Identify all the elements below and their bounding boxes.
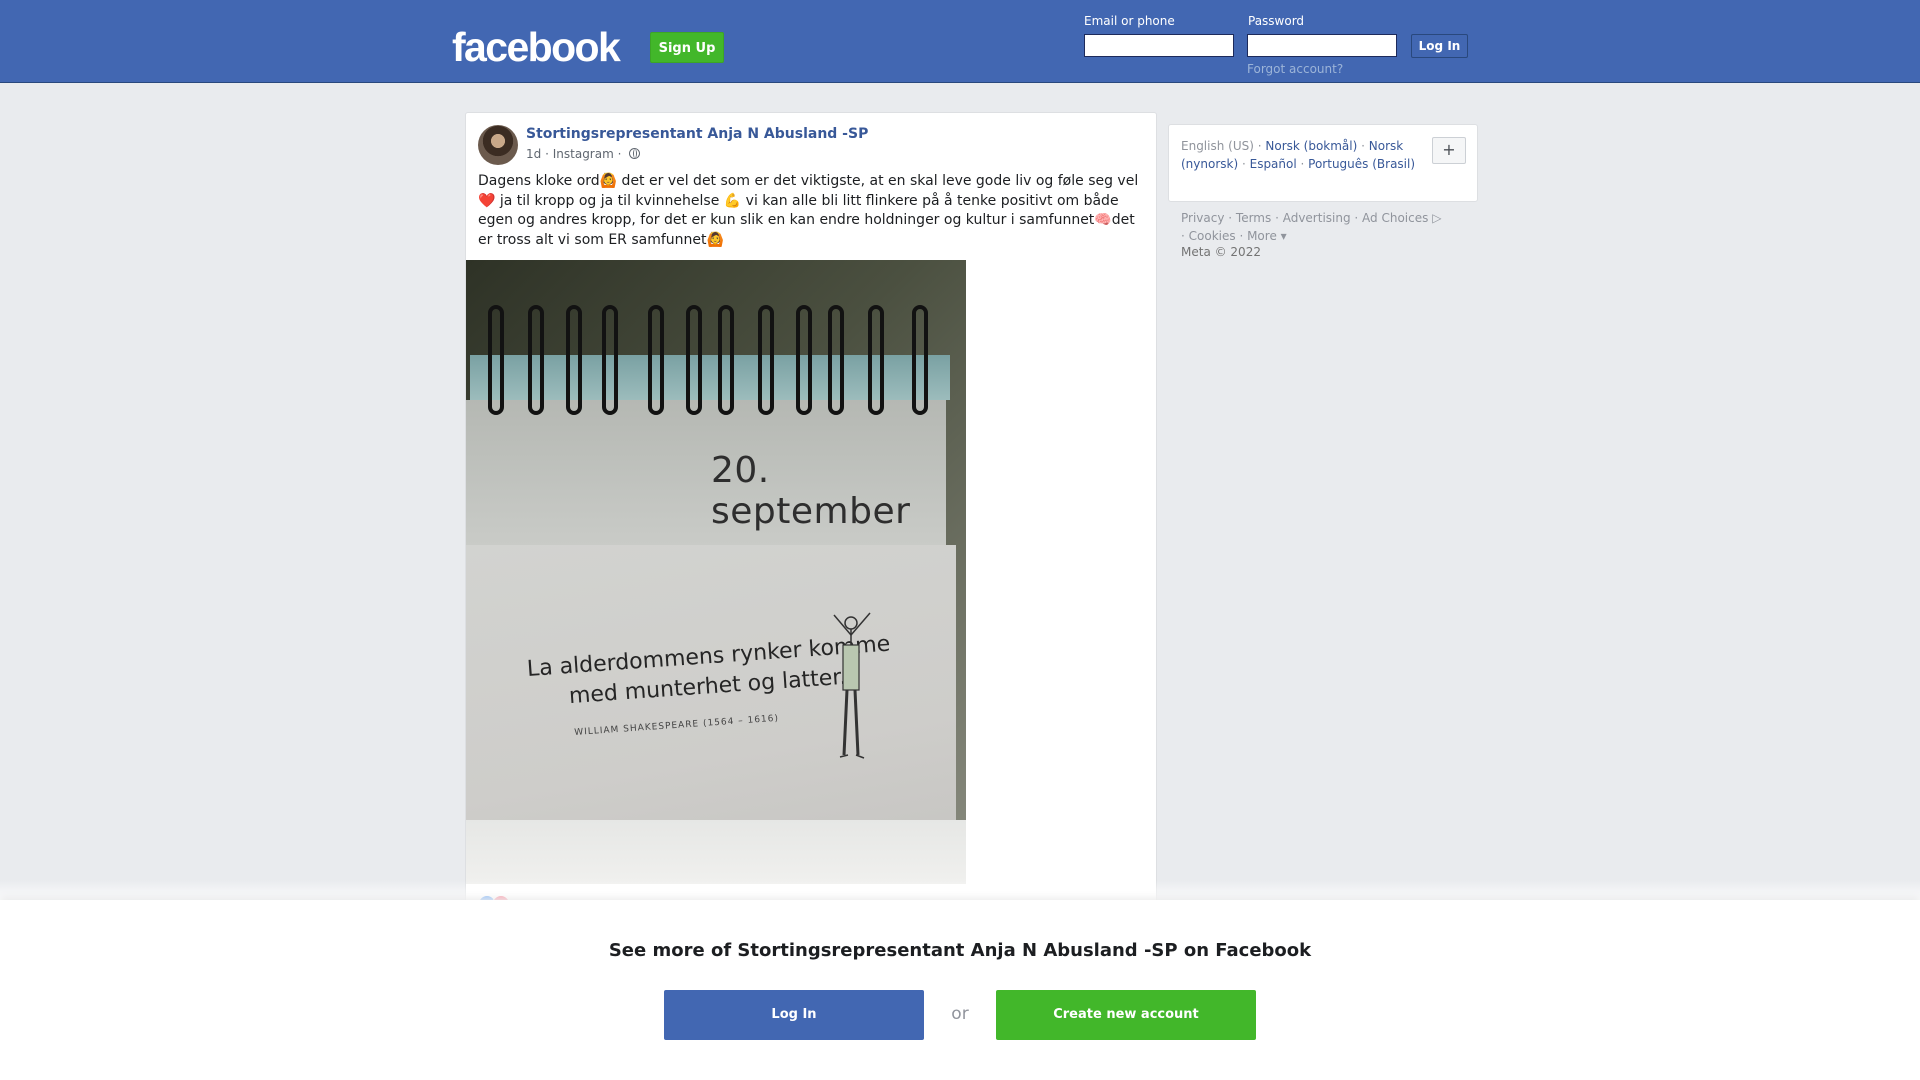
spiral-ring (648, 305, 664, 415)
log-in-button[interactable]: Log In (664, 990, 924, 1040)
footer-link-advertising[interactable]: Advertising (1283, 211, 1351, 225)
post-card: Stortingsrepresentant Anja N Abusland -S… (465, 112, 1157, 972)
avatar[interactable] (478, 125, 518, 165)
post-source: Instagram (552, 147, 614, 161)
spiral-ring (868, 305, 884, 415)
footer-link-cookies[interactable]: Cookies (1189, 229, 1236, 243)
calendar-date: 20. september (711, 450, 911, 532)
post-meta: 1d · Instagram · (526, 147, 641, 161)
spiral-ring (796, 305, 812, 415)
top-bar: facebook Sign Up Email or phone Password… (0, 0, 1920, 83)
password-label: Password (1248, 14, 1305, 28)
post-text-line: er tross alt vi som ER samfunnet🙆 (478, 231, 724, 248)
post-text-line: Dagens kloke ord🙆 det er vel det som er … (478, 173, 1139, 189)
sign-up-button[interactable]: Sign Up (650, 32, 724, 63)
spiral-ring (718, 305, 734, 415)
stick-figure-illustration (833, 612, 871, 759)
globe-icon (629, 148, 641, 159)
spiral-ring (758, 305, 774, 415)
login-prompt-title: See more of Stortingsrepresentant Anja N… (608, 940, 1312, 961)
plus-icon[interactable]: + (1432, 137, 1466, 164)
log-in-button[interactable]: Log In (1411, 34, 1468, 58)
footer-link-privacy[interactable]: Privacy (1181, 211, 1224, 225)
table-surface (466, 820, 966, 884)
meta-separator: · (617, 147, 626, 161)
password-field[interactable] (1247, 34, 1397, 57)
create-account-button[interactable]: Create new account (996, 990, 1256, 1040)
post-text-line: egen og andres kropp, for det er kun sli… (478, 212, 1135, 228)
overlay-fade (0, 880, 1920, 900)
spiral-ring (912, 305, 928, 415)
caret-down-icon: ▾ (1276, 229, 1287, 243)
spiral-ring (488, 305, 504, 415)
footer-link-ad-choices[interactable]: Ad Choices (1362, 211, 1428, 225)
ad-choices-icon: ▷ (1428, 211, 1442, 225)
post-text-line: ❤️ ja til kropp og ja til kvinnehelse 💪 … (478, 192, 1119, 209)
post-author[interactable]: Stortingsrepresentant Anja N Abusland -S… (526, 126, 868, 142)
footer-link-more[interactable]: More (1247, 229, 1277, 243)
post-photo[interactable]: 20. september La alderdommens rynker kom… (466, 260, 966, 884)
facebook-logo[interactable]: facebook (452, 22, 621, 72)
forgot-account-link[interactable]: Forgot account? (1247, 62, 1343, 76)
post-text: Dagens kloke ord🙆 det er vel det som er … (478, 172, 1148, 250)
footer-links: Privacy · Terms · Advertising · Ad Choic… (1181, 211, 1442, 243)
or-separator: or (951, 1004, 969, 1024)
post-time[interactable]: 1d (526, 147, 541, 161)
current-language: English (US) (1181, 139, 1254, 153)
footer-link-terms[interactable]: Terms (1236, 211, 1271, 225)
spiral-ring (686, 305, 702, 415)
language-option[interactable]: Norsk (bokmål) (1265, 139, 1357, 153)
language-option[interactable]: Español (1250, 157, 1297, 171)
copyright: Meta © 2022 (1181, 245, 1261, 259)
email-label: Email or phone (1084, 14, 1175, 28)
spiral-ring (828, 305, 844, 415)
spiral-ring (602, 305, 618, 415)
spiral-ring (528, 305, 544, 415)
meta-separator: · (545, 147, 553, 161)
spiral-ring (566, 305, 582, 415)
language-list: English (US) · Norsk (bokmål) · Norsk (n… (1181, 139, 1416, 171)
language-selector: English (US) · Norsk (bokmål) · Norsk (n… (1168, 124, 1478, 202)
email-field[interactable] (1084, 34, 1234, 57)
login-prompt-sheet (0, 900, 1920, 1080)
language-option[interactable]: Português (Brasil) (1308, 157, 1415, 171)
